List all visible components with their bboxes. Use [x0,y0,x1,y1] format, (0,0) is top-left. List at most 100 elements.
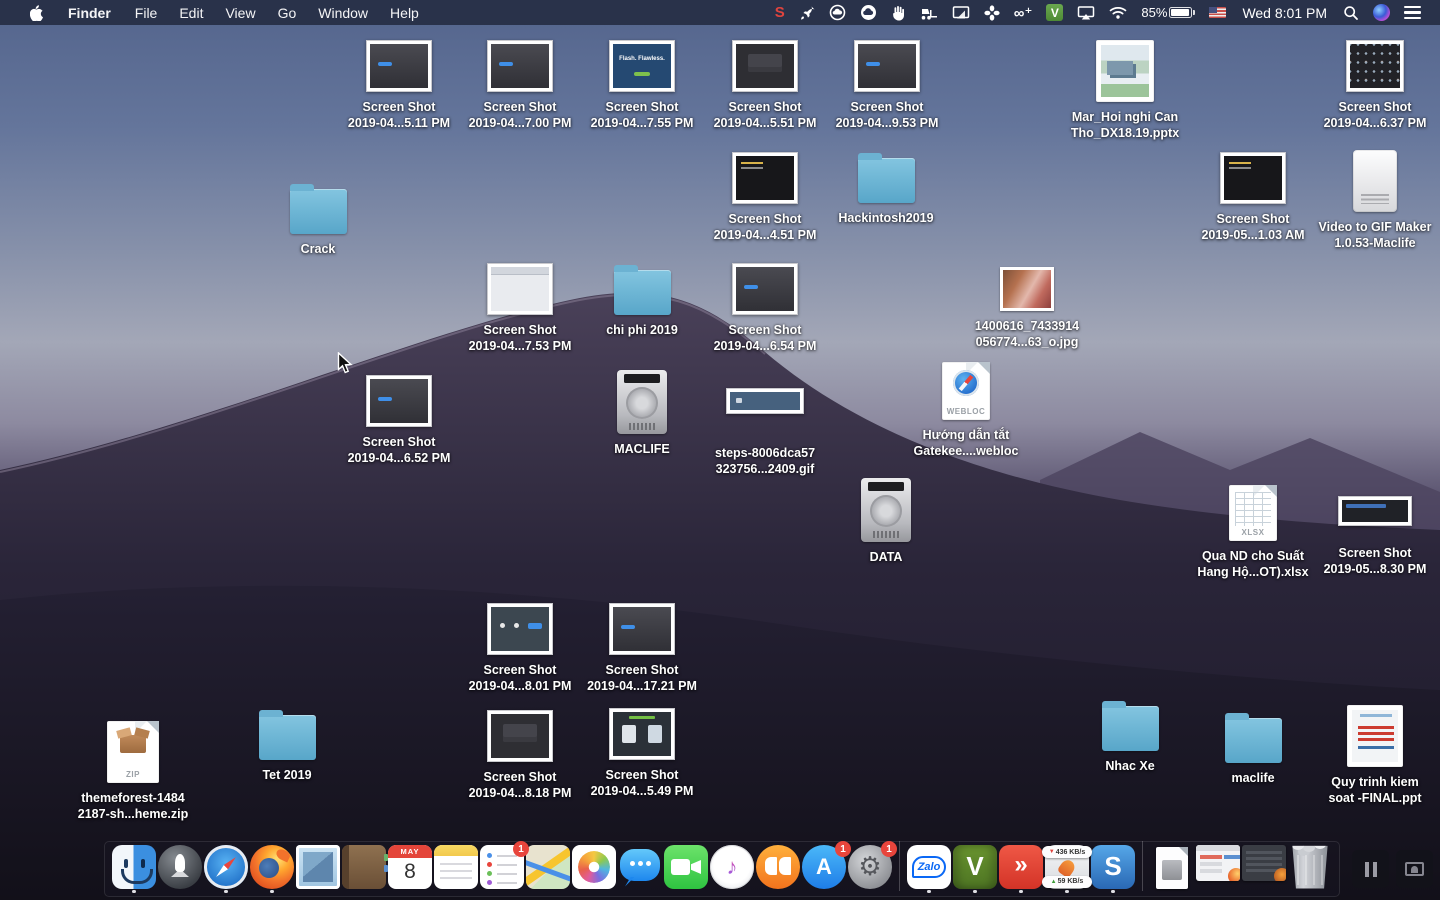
dock-item-zalo[interactable]: Zalo [906,845,952,893]
desktop-icon-screenshot-5-51[interactable]: Screen Shot2019-04...5.51 PM [697,40,833,131]
desktop-icon-pptx-mar-hoi-nghi[interactable]: Mar_Hoi nghi CanTho_DX18.19.pptx [1057,40,1193,141]
desktop-icon-jpg-1400616[interactable]: 1400616_7433914056774...63_o.jpg [959,267,1095,350]
mail-icon [296,845,340,889]
dock-item-reminders[interactable]: 1 [479,845,525,893]
desktop-icon-screenshot-7-53[interactable]: Screen Shot2019-04...7.53 PM [452,263,588,354]
desktop-icon-screenshot-5-11[interactable]: Screen Shot2019-04...5.11 PM [331,40,467,131]
dock-item-launchpad[interactable] [157,845,203,893]
snagit-status-icon[interactable]: S [768,0,792,25]
spotlight-icon[interactable] [1336,0,1366,25]
dock-item-system-preferences[interactable]: ⚙1 [847,845,893,893]
desktop-icon-screenshot-7-00[interactable]: Screen Shot2019-04...7.00 PM [452,40,588,131]
menu-file[interactable]: File [124,0,169,25]
dock-item-photos[interactable] [571,845,617,893]
dock-item-appstore[interactable]: A1 [801,845,847,893]
webloc-file-icon: WEBLOC [942,362,990,420]
menu-view[interactable]: View [214,0,266,25]
pause-button[interactable] [1352,850,1389,888]
dock-item-folx[interactable]: ▼436 KB/s▲59 KB/s [1044,845,1090,893]
desktop-icon-screenshot-6-54[interactable]: Screen Shot2019-04...6.54 PM [697,263,833,354]
menu-finder[interactable]: Finder [55,0,124,25]
desktop-icon-screenshot-9-53[interactable]: Screen Shot2019-04...9.53 PM [819,40,955,131]
desktop-icon-folder-maclife[interactable]: maclife [1185,712,1321,786]
desktop-icon-drive-data[interactable]: DATA [818,478,954,565]
desktop-icon-screenshot-1-03am[interactable]: Screen Shot2019-05...1.03 AM [1185,152,1321,243]
dock-item-safari[interactable] [203,845,249,893]
dock-item-snagit[interactable]: S [1090,845,1136,893]
desktop-icon-screenshot-17-21[interactable]: Screen Shot2019-04...17.21 PM [574,603,710,694]
icon-label: Screen Shot2019-04...7.00 PM [469,99,572,131]
dock-item-firefox[interactable] [249,845,295,893]
dock-item-mail[interactable] [295,845,341,893]
desktop-icon-screenshot-8-30[interactable]: Screen Shot2019-05...8.30 PM [1307,496,1440,577]
input-source-flag[interactable] [1202,0,1233,25]
display-mirroring-icon[interactable] [945,0,977,25]
desktop-icon-screenshot-6-37[interactable]: Screen Shot2019-04...6.37 PM [1307,40,1440,131]
desktop-icon-drive-maclife[interactable]: MACLIFE [574,370,710,457]
dock-item-itunes[interactable]: ♪ [709,845,755,893]
desktop-icon-screenshot-8-01[interactable]: Screen Shot2019-04...8.01 PM [452,603,588,694]
dock-item-maps[interactable] [525,845,571,893]
desktop-icon-ppt-quy-trinh[interactable]: Quy trinh kiemsoat -FINAL.ppt [1307,705,1440,806]
desktop-icon-folder-hackintosh2019[interactable]: Hackintosh2019 [818,152,954,226]
menu-window[interactable]: Window [307,0,379,25]
menu-help[interactable]: Help [379,0,430,25]
apple-icon [30,5,43,21]
wifi-icon[interactable] [1102,0,1134,25]
gallery-button[interactable] [1396,850,1433,888]
infinity-icon[interactable]: ∞⁺ [1007,0,1040,25]
v-input-icon[interactable]: V [1039,0,1070,25]
desktop-icon-screenshot-7-55[interactable]: Flash. Flawless.Screen Shot2019-04...7.5… [574,40,710,131]
icon-label: Screen Shot2019-04...5.51 PM [714,99,817,131]
forklift-icon[interactable] [913,0,945,25]
desktop-icon-webloc-huong-dan[interactable]: WEBLOCHướng dẫn tắtGatekee....webloc [898,362,1034,459]
desktop-icon-screenshot-5-49[interactable]: Screen Shot2019-04...5.49 PM [574,708,710,799]
siri-icon[interactable] [1366,0,1397,25]
dock-item-document[interactable] [1149,845,1195,893]
dock-item-contacts[interactable] [341,845,387,893]
dock-item-ibooks[interactable] [755,845,801,893]
dock-item-notes[interactable] [433,845,479,893]
notification-center-icon[interactable] [1397,0,1428,25]
screenshot-thumbnail: Flash. Flawless. [609,40,675,92]
desktop-icon-folder-crack[interactable]: Crack [250,183,386,257]
document-file-icon [1150,845,1194,889]
desktop-icon-screenshot-6-52[interactable]: Screen Shot2019-04...6.52 PM [331,375,467,466]
dock-item-facetime[interactable] [663,845,709,893]
icon-label: Screen Shot2019-04...9.53 PM [836,99,939,131]
dock-item-minimized-window-folx[interactable] [1241,845,1287,893]
dock-item-calendar[interactable]: MAY8 [387,845,433,893]
menu-edit[interactable]: Edit [168,0,214,25]
creative-cloud-icon[interactable] [822,0,853,25]
desktop-icon-folder-tet-2019[interactable]: Tet 2019 [219,709,355,783]
apple-menu[interactable] [18,0,55,25]
dock-item-minimized-window-firefox[interactable] [1195,845,1241,893]
battery-indicator[interactable]: 85% [1134,0,1202,25]
desktop-icon-folder-chi-phi-2019[interactable]: chi phi 2019 [574,264,710,338]
desktop-icon-xlsx-qua-nd[interactable]: XLSXQua ND cho SuấtHang Hộ...OT).xlsx [1185,485,1321,580]
desktop-icon-dmg-video-to-gif-maker[interactable]: Video to GIF Maker1.0.53-Maclife [1307,150,1440,251]
desktop-icon-screenshot-4-51[interactable]: Screen Shot2019-04...4.51 PM [697,152,833,243]
icon-label: Screen Shot2019-04...6.54 PM [714,322,817,354]
icon-label: themeforest-14842187-sh...heme.zip [78,790,188,822]
rocket-status-icon[interactable] [792,0,822,25]
dock-item-red-app[interactable]: » [998,845,1044,893]
desktop-icon-screenshot-8-18[interactable]: Screen Shot2019-04...8.18 PM [452,710,588,801]
dock-item-v-app[interactable]: V [952,845,998,893]
desktop-icon-gif-steps[interactable]: steps-8006dca57323756...2409.gif [697,388,833,477]
desktop-icon-zip-themeforest[interactable]: ZIPthemeforest-14842187-sh...heme.zip [65,721,201,822]
menu-go[interactable]: Go [267,0,308,25]
dock-item-messages[interactable] [617,845,663,893]
fan-icon[interactable] [977,0,1007,25]
dock-item-finder[interactable] [111,845,157,893]
airplay-icon[interactable] [1070,0,1102,25]
dock-item-trash[interactable] [1287,845,1333,893]
hand-icon[interactable] [884,0,913,25]
trash-icon [1288,845,1332,889]
menu-clock[interactable]: Wed 8:01 PM [1233,5,1336,21]
facetime-icon [664,845,708,889]
calendar-icon: MAY8 [388,845,432,889]
desktop-icon-folder-nhac-xe[interactable]: Nhac Xe [1062,700,1198,774]
cloud-app-icon[interactable] [853,0,884,25]
finder-icon [112,845,156,889]
